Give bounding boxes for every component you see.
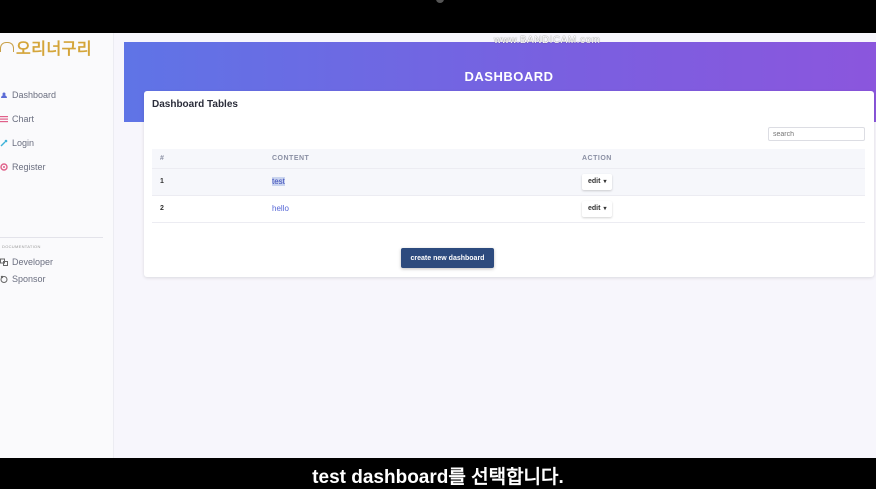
column-header-content: CONTENT: [264, 149, 574, 169]
main-content: DASHBOARD www.BANDICAM.com Dashboard Tab…: [124, 33, 876, 458]
brand-logo[interactable]: 오리너구리: [0, 37, 93, 58]
page-title: DASHBOARD: [464, 69, 554, 84]
content-link[interactable]: hello: [272, 204, 289, 213]
sidebar-item-sponsor[interactable]: Sponsor: [0, 272, 46, 286]
video-frame: 오리너구리 Dashboard Chart Login Register DOC…: [0, 0, 876, 489]
sidebar-item-login[interactable]: Login: [0, 136, 34, 150]
column-header-number: #: [152, 149, 264, 169]
brand-name: 오리너구리: [16, 41, 93, 58]
platypus-icon: [0, 42, 14, 52]
caret-down-icon: ▾: [603, 179, 607, 185]
row-number: 2: [152, 195, 264, 223]
card-title: Dashboard Tables: [152, 99, 238, 110]
sidebar-item-developer[interactable]: Developer: [0, 255, 53, 269]
row-action: edit ▾: [574, 168, 865, 196]
sidebar: 오리너구리 Dashboard Chart Login Register DOC…: [0, 33, 114, 458]
sidebar-item-register[interactable]: Register: [0, 160, 46, 174]
edit-dropdown-button[interactable]: edit ▾: [582, 173, 613, 190]
video-subtitle: test dashboard를 선택합니다.: [312, 467, 564, 488]
table-row[interactable]: 2 hello edit ▾: [152, 195, 865, 223]
search-input[interactable]: [768, 127, 865, 141]
browser-viewport: 오리너구리 Dashboard Chart Login Register DOC…: [0, 33, 876, 458]
record-indicator: [436, 0, 444, 3]
row-action: edit ▾: [574, 195, 865, 223]
edit-label: edit: [588, 205, 601, 212]
row-content[interactable]: hello: [264, 195, 574, 223]
login-icon: [0, 139, 8, 147]
sidebar-item-label: Sponsor: [12, 274, 46, 284]
sidebar-item-label: Chart: [12, 114, 35, 124]
edit-label: edit: [588, 178, 601, 185]
sidebar-divider: [0, 237, 103, 238]
sidebar-item-dashboard[interactable]: Dashboard: [0, 88, 56, 102]
row-content[interactable]: test: [264, 168, 574, 196]
create-dashboard-button[interactable]: create new dashboard: [401, 248, 494, 268]
caret-down-icon: ▾: [603, 206, 607, 212]
sidebar-item-label: Dashboard: [12, 90, 57, 100]
dashboard-card: Dashboard Tables # CONTENT ACTION 1 test: [144, 91, 874, 277]
sidebar-item-label: Login: [12, 138, 35, 148]
dashboard-table: # CONTENT ACTION 1 test edit ▾ 2 hello e…: [152, 149, 865, 223]
chart-icon: [0, 116, 8, 123]
sidebar-item-label: Developer: [12, 257, 54, 267]
table-header-row: # CONTENT ACTION: [152, 149, 865, 169]
row-number: 1: [152, 168, 264, 196]
register-icon: [0, 163, 8, 171]
developer-icon: [0, 258, 8, 266]
table-row[interactable]: 1 test edit ▾: [152, 168, 865, 196]
section-label: DOCUMENTATION: [2, 244, 41, 249]
content-link[interactable]: test: [272, 177, 285, 186]
sponsor-icon: [0, 275, 8, 283]
sidebar-item-chart[interactable]: Chart: [0, 112, 34, 126]
edit-dropdown-button[interactable]: edit ▾: [582, 200, 613, 217]
recorder-watermark: www.BANDICAM.com: [494, 35, 601, 46]
column-header-action: ACTION: [574, 149, 865, 169]
letterbox-top: [0, 0, 876, 33]
sidebar-item-label: Register: [12, 162, 46, 172]
dashboard-icon: [1, 92, 7, 98]
